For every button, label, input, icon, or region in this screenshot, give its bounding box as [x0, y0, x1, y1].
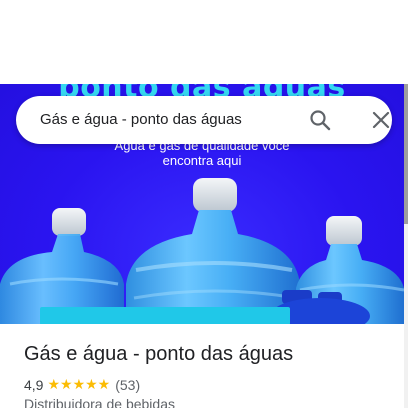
- jug-center: [126, 178, 300, 324]
- rating-stars: ★★★★★: [47, 376, 111, 392]
- scrollbar-thumb[interactable]: [404, 84, 408, 224]
- rating-row[interactable]: 4,9 ★★★★★ (53): [24, 376, 140, 393]
- search-input[interactable]: Gás e água - ponto das águas: [40, 111, 242, 128]
- rating-value: 4,9: [24, 376, 44, 393]
- close-icon[interactable]: [369, 108, 393, 132]
- place-title: Gás e água - ponto das águas: [24, 343, 294, 365]
- review-count[interactable]: (53): [115, 377, 140, 393]
- search-bar[interactable]: Gás e água - ponto das águas: [16, 96, 392, 144]
- place-category[interactable]: Distribuidora de bebidas: [24, 396, 175, 408]
- place-info-panel: Gás e água - ponto das águas 4,9 ★★★★★ (…: [0, 324, 404, 408]
- search-icon[interactable]: [308, 108, 332, 132]
- hero-bottom-banner: [40, 307, 290, 324]
- maps-place-view: ponto das águas Água e gás de qualidade …: [0, 0, 408, 408]
- top-blank-area: [0, 0, 408, 84]
